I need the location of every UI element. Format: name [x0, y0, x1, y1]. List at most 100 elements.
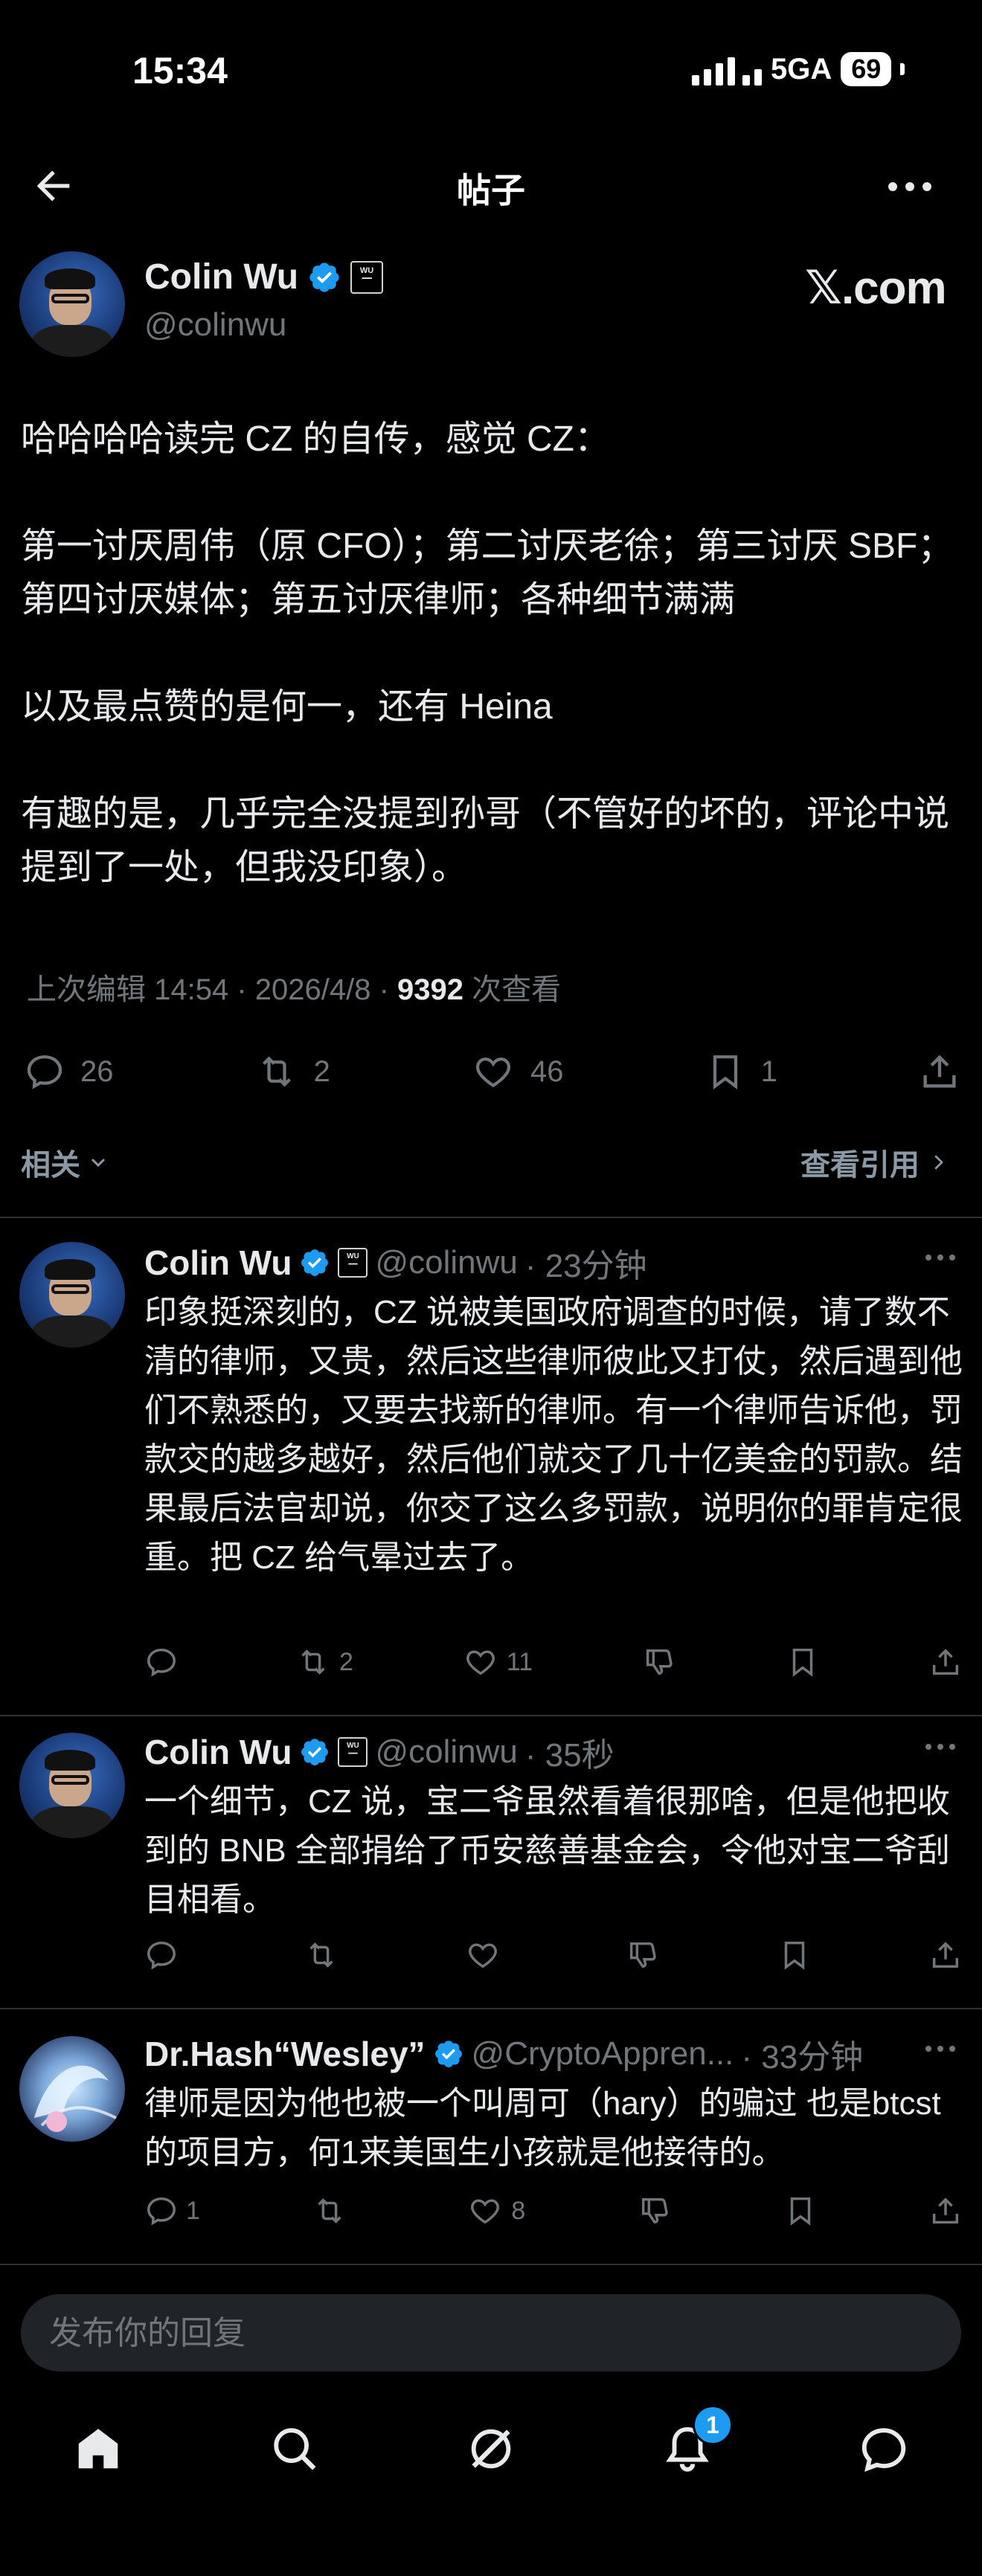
nav-search[interactable] [269, 2423, 321, 2479]
share-button[interactable] [928, 1645, 963, 1679]
view-quotes-link[interactable]: 查看引用 [800, 1141, 949, 1184]
reply-author-handle[interactable]: @colinwu [375, 1733, 517, 1771]
nav-messages[interactable] [858, 2423, 910, 2479]
more-horizontal-icon [888, 182, 931, 191]
x-logo: 𝕏.com [805, 263, 947, 314]
nav-home[interactable] [72, 2423, 124, 2479]
heart-icon [466, 1650, 495, 1675]
post-meta: 上次编辑 14:54 · 2026/4/8 · 9392 次查看 [27, 965, 561, 1008]
reply-icon [147, 1941, 176, 1970]
more-button[interactable] [884, 168, 936, 209]
reply-time: · 33分钟 [741, 2039, 864, 2076]
share-button[interactable] [928, 2194, 963, 2228]
reply-avatar[interactable] [19, 1242, 125, 1347]
reply-input[interactable] [48, 2294, 928, 2373]
nav-notifications[interactable]: 1 [661, 2404, 733, 2479]
message-icon [861, 2427, 906, 2472]
like-button[interactable]: 11 [462, 1645, 533, 1679]
bookmark-button[interactable] [786, 1645, 820, 1679]
thumbs-down-icon [641, 2197, 668, 2224]
reply-icon [147, 2197, 176, 2226]
notification-badge: 1 [693, 2404, 733, 2445]
network-label: 5GA [771, 52, 832, 86]
bookmark-icon [790, 2197, 810, 2226]
bookmark-button[interactable] [777, 1938, 812, 1972]
dislike-button[interactable] [625, 1938, 661, 1972]
repost-count: 2 [338, 1647, 353, 1676]
repost-count: 2 [313, 1054, 330, 1088]
repost-button[interactable]: 2 [295, 1645, 353, 1679]
heart-icon [471, 2199, 500, 2224]
view-label: 次查看 [472, 973, 562, 1006]
bookmark-button[interactable]: 1 [705, 1051, 777, 1092]
avatar-illustration [34, 2065, 117, 2132]
reply-more-button[interactable] [922, 1736, 958, 1762]
reply-header: Colin Wu WU ━━ @colinwu · 23分钟 [144, 1239, 647, 1287]
edit-timestamp: 上次编辑 14:54 · 2026/4/8 · [27, 973, 389, 1006]
bookmark-icon [713, 1055, 737, 1090]
repost-button[interactable] [311, 2194, 356, 2228]
share-button[interactable] [918, 1050, 961, 1093]
post-paragraph: 有趣的是，几乎完全没提到孙哥（不管好的坏的，评论中说提到了一处，但我没印象）。 [21, 794, 950, 887]
author-avatar[interactable] [19, 251, 125, 357]
thumbs-down-icon [630, 1942, 657, 1968]
reply-author-handle[interactable]: @CryptoAppren... [472, 2035, 734, 2073]
reply-button[interactable]: 26 [24, 1051, 114, 1092]
repost-button[interactable] [303, 1938, 347, 1972]
reply-avatar[interactable] [19, 1733, 125, 1838]
nav-grok[interactable] [465, 2423, 517, 2479]
reply-author-name[interactable]: Colin Wu [144, 1732, 292, 1772]
reply-actions: 1 8 [144, 2194, 963, 2228]
dislike-button[interactable] [637, 2194, 673, 2228]
verified-badge-icon [309, 262, 339, 292]
like-count: 11 [506, 1647, 533, 1676]
reply-icon [27, 1055, 62, 1089]
bookmark-button[interactable] [783, 2194, 818, 2228]
like-count: 46 [530, 1054, 564, 1088]
author-handle[interactable]: @colinwu [144, 306, 286, 344]
battery-tip [900, 63, 905, 75]
search-icon [274, 2427, 316, 2470]
reply-time: · 23分钟 [524, 1248, 647, 1284]
reply-author-name[interactable]: Colin Wu [144, 1243, 292, 1283]
like-button[interactable] [464, 1938, 509, 1972]
reply-button[interactable]: 1 [144, 2194, 200, 2228]
heart-icon [475, 1057, 511, 1088]
reply-author-handle[interactable]: @colinwu [375, 1244, 517, 1281]
author-name[interactable]: Colin Wu [144, 257, 298, 297]
like-button[interactable]: 8 [466, 2194, 525, 2228]
related-dropdown[interactable]: 相关 [21, 1141, 110, 1184]
reply-button[interactable] [144, 1645, 186, 1679]
bookmark-icon [784, 1941, 805, 1970]
affiliate-badge-icon: WU ━━ [350, 260, 384, 294]
share-button[interactable] [928, 1938, 963, 1972]
reply-composer[interactable] [21, 2294, 961, 2373]
divider [0, 2264, 982, 2265]
heart-icon [468, 1943, 497, 1968]
repost-button[interactable]: 2 [254, 1051, 330, 1092]
dislike-button[interactable] [641, 1645, 677, 1679]
like-count: 8 [511, 2196, 526, 2225]
like-button[interactable]: 46 [471, 1051, 564, 1092]
reply-more-button[interactable] [922, 2038, 958, 2064]
reply-text: 印象挺深刻的，CZ 说被美国政府调查的时候，请了数不清的律师，又贵，然后这些律师… [144, 1294, 963, 1576]
reply-author-name[interactable]: Dr.Hash“Wesley” [144, 2034, 426, 2074]
status-indicators: 5GA 69 [692, 52, 905, 86]
bookmark-icon [792, 1648, 813, 1677]
reply-button[interactable] [144, 1938, 186, 1972]
reply-actions [144, 1938, 963, 1972]
divider [0, 1217, 982, 1218]
affiliate-badge-icon: WU ━━ [338, 1248, 368, 1278]
author-name-row[interactable]: Colin Wu WU ━━ [144, 257, 384, 297]
grok-icon [471, 2429, 511, 2468]
reply-more-button[interactable] [922, 1246, 958, 1272]
share-icon [932, 2197, 958, 2224]
reply-time: · 35秒 [524, 1737, 614, 1774]
chevron-right-icon [934, 1155, 943, 1170]
share-icon [923, 1054, 956, 1088]
post-paragraph: 以及最点赞的是何一，还有 Heina [21, 687, 553, 727]
battery-icon: 69 [841, 52, 892, 86]
verified-badge-icon [434, 2041, 462, 2067]
status-time: 15:34 [132, 50, 228, 91]
reply-avatar[interactable] [19, 2036, 125, 2142]
